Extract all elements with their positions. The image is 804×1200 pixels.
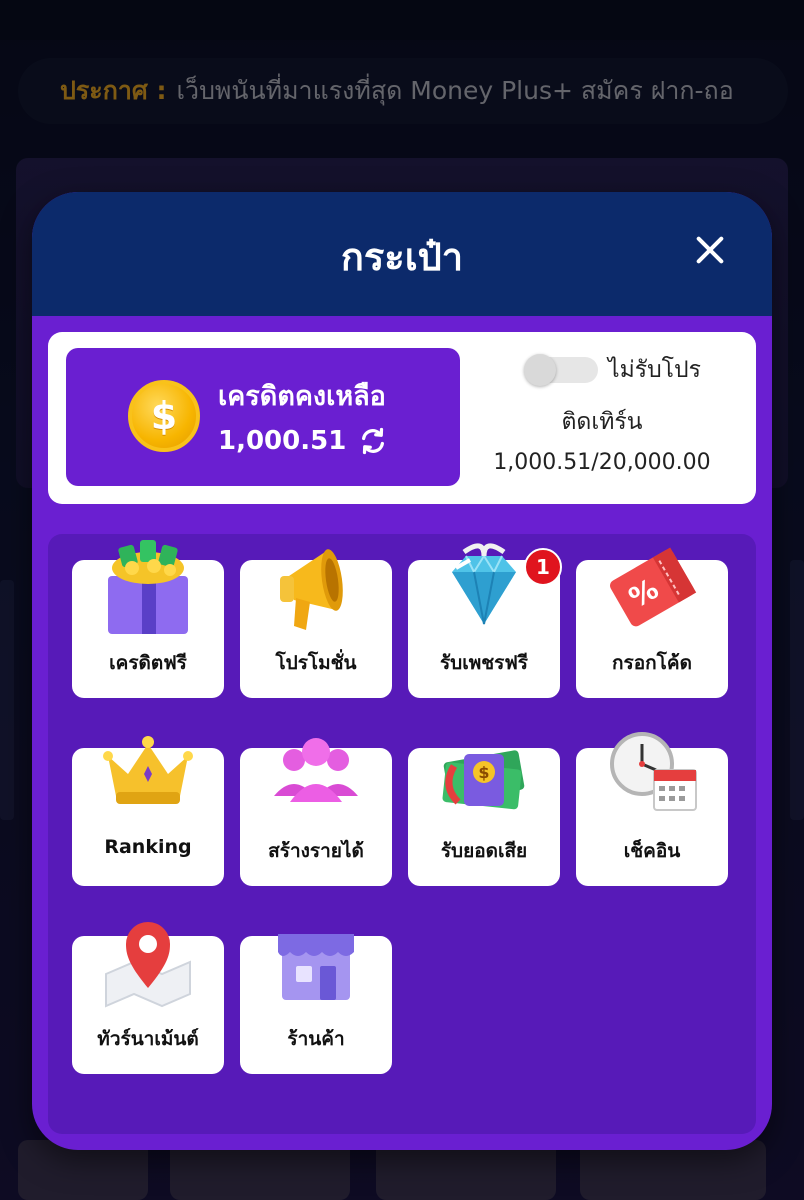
menu-item-earn-income[interactable]: สร้างรายได้ (240, 738, 392, 886)
modal-title: กระเป๋า (340, 234, 464, 279)
turnover-label: ติดเทิร์น (561, 409, 643, 435)
menu-item-label: โปรโมชั่น (275, 652, 357, 674)
toggle-knob (524, 354, 556, 386)
modal-header: กระเป๋า (32, 192, 772, 316)
menu-item-shop[interactable]: ร้านค้า (240, 934, 392, 1074)
balance-panel: $ เครดิตคงเหลือ 1,000.51 ไม่รับโปร ติดเท… (48, 332, 756, 504)
menu-item-check-in[interactable]: เช็คอิน (576, 732, 728, 886)
wallet-modal: กระเป๋า $ เครดิตคงเหลือ 1,000.51 ไม่รับโ… (32, 192, 772, 1150)
cash-refund-icon: $ (442, 750, 525, 810)
credit-card: $ เครดิตคงเหลือ 1,000.51 (66, 348, 460, 486)
promo-toggle-label: ไม่รับโปร (608, 357, 701, 383)
refresh-icon[interactable] (358, 426, 388, 456)
coupon-icon: % (610, 547, 697, 627)
promo-toggle[interactable] (524, 354, 598, 386)
menu-item-loss-refund[interactable]: $ รับยอดเสีย (408, 748, 560, 886)
credit-amount: 1,000.51 (218, 426, 347, 456)
map-pin-icon (105, 922, 191, 1008)
diamond-gift-icon (452, 543, 516, 625)
clock-calendar-icon (610, 732, 697, 811)
menu-item-free-diamond[interactable]: 1 รับเพชรฟรี (408, 543, 562, 698)
promo-toggle-row: ไม่รับโปร (524, 352, 701, 388)
menu-item-label: เครดิตฟรี (109, 652, 187, 674)
gift-box-icon (108, 540, 188, 634)
menu-item-label: รับเพชรฟรี (439, 652, 529, 674)
notification-badge: 1 (524, 548, 562, 586)
menu-item-free-credit[interactable]: เครดิตฟรี (72, 540, 224, 698)
coin-icon: $ (128, 380, 200, 452)
turnover-value: 1,000.51/20,000.00 (493, 450, 711, 475)
menu-item-label: กรอกโค้ด (612, 652, 692, 674)
crown-icon (103, 736, 193, 804)
menu-item-ranking[interactable]: Ranking (72, 736, 224, 886)
menu-item-label: สร้างรายได้ (268, 840, 364, 862)
credit-label: เครดิตคงเหลือ (218, 381, 386, 412)
menu-item-label: ร้านค้า (287, 1028, 345, 1050)
menu-item-label: รับยอดเสีย (440, 840, 528, 862)
menu-item-promotion[interactable]: โปรโมชั่น (240, 549, 392, 698)
menu-grid: เครดิตฟรี โปรโมชั่น 1 รับเพชรฟรี % กรอกโ… (48, 534, 756, 1134)
menu-item-enter-code[interactable]: % กรอกโค้ด (576, 547, 728, 698)
users-icon (274, 738, 358, 802)
menu-item-label: เช็คอิน (623, 840, 681, 862)
credit-amount-row: 1,000.51 (218, 426, 388, 456)
svg-text:$: $ (478, 763, 489, 782)
store-icon (278, 934, 354, 1000)
close-icon[interactable] (692, 232, 728, 268)
megaphone-icon (280, 549, 343, 630)
menu-item-label: ทัวร์นาเม้นต์ (97, 1028, 199, 1050)
menu-item-label: Ranking (104, 836, 192, 858)
menu-item-tournament[interactable]: ทัวร์นาเม้นต์ (72, 922, 224, 1074)
